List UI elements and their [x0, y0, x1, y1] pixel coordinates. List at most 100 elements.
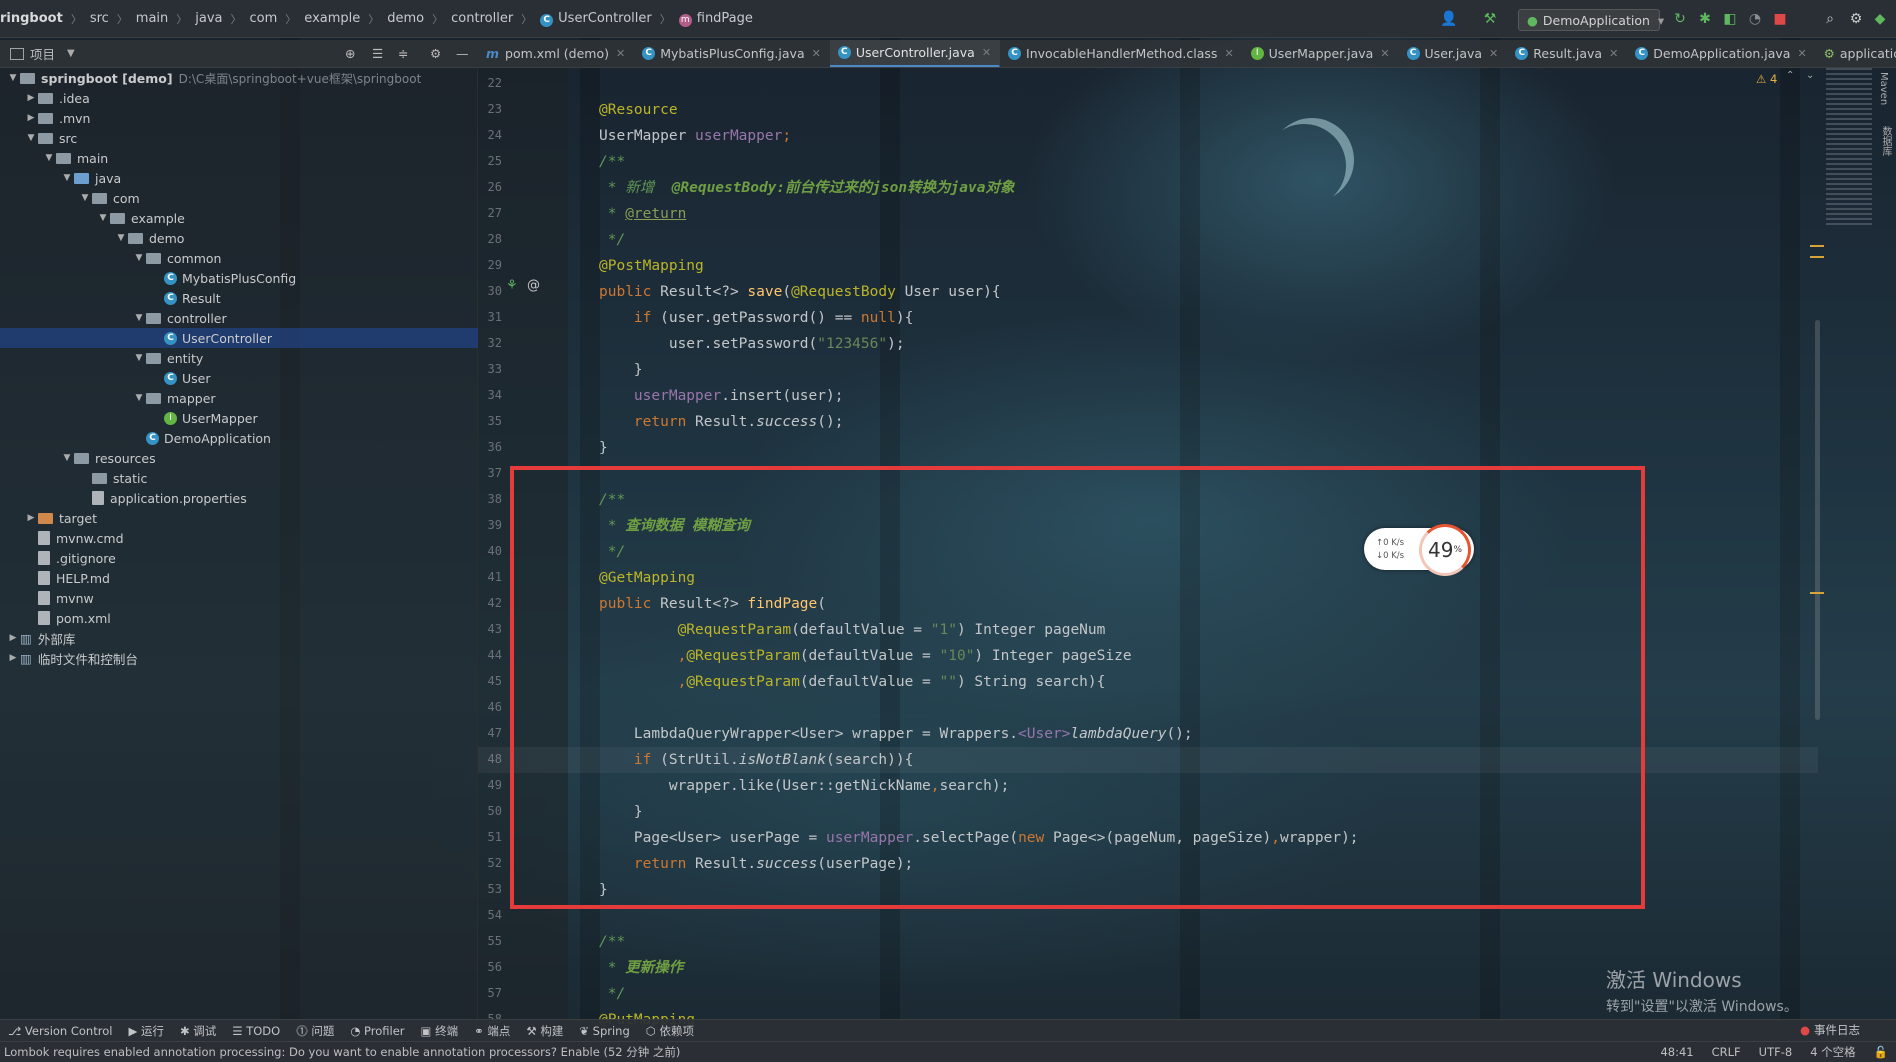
chevron-right-icon[interactable]: ▶: [24, 93, 38, 103]
chevron-down-icon[interactable]: ▼: [132, 313, 146, 323]
search-icon[interactable]: ⌕: [1822, 11, 1838, 27]
chevron-down-icon[interactable]: ▼: [42, 153, 56, 163]
tree-item[interactable]: C User: [150, 368, 211, 388]
warning-stripe[interactable]: [1810, 256, 1824, 258]
chevron-down-icon[interactable]: ▼: [60, 173, 74, 183]
tree-item[interactable]: .gitignore: [24, 548, 116, 568]
tree-item[interactable]: static: [78, 468, 147, 488]
chevron-down-icon[interactable]: ▼: [132, 353, 146, 363]
tree-item[interactable]: ▼ example: [96, 208, 185, 228]
close-icon[interactable]: ✕: [812, 47, 821, 60]
endpoint-gutter-icon[interactable]: @: [527, 278, 540, 293]
editor-tab[interactable]: I UserMapper.java ✕: [1243, 40, 1399, 67]
profile-icon[interactable]: ◔: [1747, 11, 1763, 27]
chevron-down-icon[interactable]: ▼: [96, 213, 110, 223]
tree-item[interactable]: HELP.md: [24, 568, 110, 588]
maven-tool-button[interactable]: Maven: [1878, 72, 1889, 105]
editor-tab[interactable]: ⚙ applicatic: [1816, 40, 1896, 67]
chevron-down-icon[interactable]: ▼: [132, 393, 146, 403]
tool-window-button[interactable]: ❦ Spring: [579, 1024, 629, 1038]
chevron-down-icon[interactable]: ▼: [60, 453, 74, 463]
tree-item[interactable]: C Result: [150, 288, 221, 308]
chevron-down-icon[interactable]: ▼: [24, 133, 38, 143]
breadcrumb-item[interactable]: com: [250, 11, 278, 26]
chevron-up-icon[interactable]: ⌃: [1786, 70, 1794, 81]
editor-tab[interactable]: C MybatisPlusConfig.java ✕: [634, 40, 830, 67]
warnings-indicator[interactable]: ⚠ 4: [1756, 72, 1777, 86]
tree-item[interactable]: mvnw: [24, 588, 94, 608]
tree-item[interactable]: ▼ springboot [demo] D:\C桌面\springboot+vue框…: [6, 68, 422, 88]
gear-icon[interactable]: ⚙: [430, 46, 441, 61]
collapse-all-icon[interactable]: ≑: [398, 46, 408, 61]
tree-item[interactable]: I UserMapper: [150, 408, 258, 428]
tree-item[interactable]: ▼ resources: [60, 448, 156, 468]
editor-tab[interactable]: C InvocableHandlerMethod.class ✕: [1000, 40, 1243, 67]
warning-stripe[interactable]: [1810, 245, 1824, 247]
close-icon[interactable]: ✕: [1380, 47, 1389, 60]
tree-item[interactable]: ▶ ▥ 外部库: [6, 628, 76, 648]
tree-item[interactable]: pom.xml: [24, 608, 111, 628]
chevron-right-icon[interactable]: ▶: [24, 513, 38, 523]
close-icon[interactable]: ✕: [982, 46, 991, 59]
tree-item[interactable]: ▶ ▥ 临时文件和控制台: [6, 648, 138, 668]
breadcrumb-item[interactable]: ringboot: [0, 11, 63, 26]
editor-tab[interactable]: C Result.java ✕: [1507, 40, 1627, 67]
plugin-icon[interactable]: ◆: [1872, 11, 1888, 27]
tool-window-button[interactable]: ◔ Profiler: [350, 1024, 404, 1038]
tree-item[interactable]: mvnw.cmd: [24, 528, 124, 548]
tree-item[interactable]: ▶ .idea: [24, 88, 90, 108]
project-panel-title[interactable]: 项目: [30, 44, 55, 63]
database-tool-button[interactable]: 数据库: [1878, 126, 1893, 156]
breadcrumb-item[interactable]: C UserController: [540, 11, 652, 27]
tree-item[interactable]: ▼ mapper: [132, 388, 216, 408]
tree-item[interactable]: ▼ com: [78, 188, 140, 208]
breadcrumb-item[interactable]: main: [136, 11, 168, 26]
tree-item[interactable]: C DemoApplication: [132, 428, 271, 448]
locate-icon[interactable]: ⊕: [345, 46, 355, 61]
indent-setting[interactable]: 4 个空格: [1810, 1044, 1855, 1060]
chevron-right-icon[interactable]: ▶: [6, 653, 20, 663]
settings-gear-icon[interactable]: ⚙: [1848, 11, 1864, 27]
tool-window-button[interactable]: ⚭ 端点: [474, 1023, 510, 1039]
tool-window-button[interactable]: ☰ TODO: [232, 1024, 280, 1038]
tree-item[interactable]: C UserController: [0, 328, 478, 348]
file-encoding[interactable]: UTF-8: [1759, 1045, 1793, 1059]
editor-tab[interactable]: C User.java ✕: [1399, 40, 1508, 67]
debug-icon[interactable]: ✱: [1697, 11, 1713, 27]
tool-window-button[interactable]: ⬡ 依赖项: [646, 1023, 694, 1039]
tree-item[interactable]: ▼ demo: [114, 228, 185, 248]
close-icon[interactable]: ✕: [1609, 47, 1618, 60]
status-message[interactable]: Lombok requires enabled annotation proce…: [4, 1044, 1660, 1060]
chevron-right-icon[interactable]: ▶: [6, 633, 20, 643]
lock-icon[interactable]: 🔓: [1874, 1045, 1888, 1059]
coverage-icon[interactable]: ◧: [1722, 11, 1738, 27]
chevron-down-icon[interactable]: ▼: [132, 253, 146, 263]
close-icon[interactable]: ✕: [1224, 47, 1233, 60]
tree-item[interactable]: ▶ target: [24, 508, 97, 528]
chevron-down-icon[interactable]: ▼: [67, 48, 75, 59]
tree-item[interactable]: ▼ entity: [132, 348, 204, 368]
expand-all-icon[interactable]: ☰: [372, 46, 383, 61]
hide-icon[interactable]: —: [456, 46, 469, 61]
close-icon[interactable]: ✕: [1797, 47, 1806, 60]
editor-scrollbar[interactable]: [1815, 320, 1820, 720]
tree-item[interactable]: C MybatisPlusConfig: [150, 268, 296, 288]
tree-item[interactable]: ▼ src: [24, 128, 78, 148]
breadcrumb-item[interactable]: demo: [387, 11, 424, 26]
tool-window-button[interactable]: ⎇ Version Control: [8, 1024, 112, 1038]
tool-window-button[interactable]: ▣ 终端: [421, 1023, 459, 1039]
tool-window-button[interactable]: ⓵ 问题: [296, 1023, 334, 1039]
chevron-right-icon[interactable]: ▶: [24, 113, 38, 123]
breadcrumb-item[interactable]: controller: [451, 11, 513, 26]
code-minimap[interactable]: [1826, 68, 1872, 228]
tree-item[interactable]: ▼ common: [132, 248, 222, 268]
tree-item[interactable]: ▼ main: [42, 148, 109, 168]
build-hammer-icon[interactable]: ⚒: [1482, 11, 1498, 27]
tree-item[interactable]: ▼ java: [60, 168, 122, 188]
spring-bean-gutter-icon[interactable]: ⚘: [506, 278, 518, 293]
tool-window-button[interactable]: ✱ 调试: [180, 1023, 216, 1039]
tree-item[interactable]: ▶ .mvn: [24, 108, 91, 128]
tree-item[interactable]: application.properties: [78, 488, 247, 508]
chevron-down-icon[interactable]: ⌄: [1806, 70, 1814, 81]
chevron-down-icon[interactable]: ▼: [6, 73, 20, 83]
